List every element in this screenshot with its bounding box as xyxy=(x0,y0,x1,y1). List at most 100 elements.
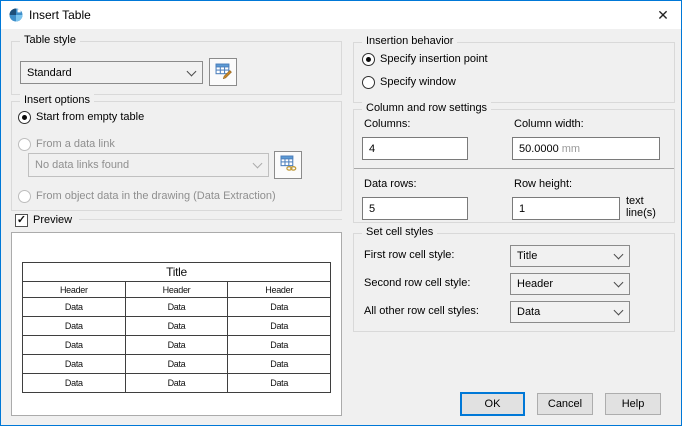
radio-unselected-icon xyxy=(18,137,31,151)
second-row-style-label: Second row cell style: xyxy=(364,277,471,289)
insertion-behavior-legend: Insertion behavior xyxy=(362,35,458,47)
preview-checkbox-label: Preview xyxy=(33,214,73,226)
preview-data-cell: Data xyxy=(227,297,331,317)
second-row-style-value: Header xyxy=(517,278,554,290)
preview-data-row: Data Data Data xyxy=(22,297,331,317)
preview-title-row: Title xyxy=(22,262,331,282)
radio-label: Specify window xyxy=(380,76,456,88)
ok-button[interactable]: OK xyxy=(460,392,525,416)
preview-data-cell: Data xyxy=(227,335,331,355)
close-button[interactable]: ✕ xyxy=(645,1,681,29)
insert-options-legend: Insert options xyxy=(20,94,95,106)
radio-label: Specify insertion point xyxy=(380,53,488,65)
first-row-style-select[interactable]: Title xyxy=(510,245,630,267)
preview-data-cell: Data xyxy=(227,373,331,393)
row-height-unit: text line(s) xyxy=(626,195,656,219)
chevron-down-icon xyxy=(180,62,202,83)
row-height-label: Row height: xyxy=(514,178,573,190)
settings-divider xyxy=(354,168,674,169)
preview-title-cell: Title xyxy=(22,262,331,282)
data-rows-label: Data rows: xyxy=(364,178,417,190)
preview-data-row: Data Data Data xyxy=(22,316,331,336)
row-height-input[interactable]: 1 xyxy=(512,197,620,220)
preview-header-row: Header Header Header xyxy=(22,281,331,298)
table-style-select[interactable]: Standard xyxy=(20,61,203,84)
radio-specify-insertion-point[interactable]: Specify insertion point xyxy=(362,51,488,67)
preview-data-cell: Data xyxy=(124,354,229,374)
first-row-style-value: Title xyxy=(517,250,538,262)
launch-table-style-dialog-button[interactable] xyxy=(209,58,237,86)
chevron-down-icon xyxy=(246,154,268,176)
radio-unselected-icon xyxy=(18,189,31,203)
table-style-legend: Table style xyxy=(20,34,80,46)
cancel-button[interactable]: Cancel xyxy=(537,393,593,415)
preview-data-row: Data Data Data xyxy=(22,335,331,355)
checkbox-checked-icon: ✓ xyxy=(15,213,28,227)
data-link-select[interactable]: No data links found xyxy=(28,153,269,177)
preview-data-row: Data Data Data xyxy=(22,373,331,393)
preview-header-cell: Header xyxy=(227,281,331,298)
preview-group-line xyxy=(79,219,342,220)
launch-data-link-manager-button[interactable] xyxy=(274,151,302,179)
insert-table-dialog: Insert Table ✕ Table style Standard Inse… xyxy=(0,0,682,426)
data-link-value: No data links found xyxy=(35,159,130,171)
preview-header-cell: Header xyxy=(22,281,126,298)
radio-unselected-icon xyxy=(362,75,375,89)
preview-data-cell: Data xyxy=(22,297,126,317)
column-width-unit: mm xyxy=(561,142,581,155)
radio-specify-window[interactable]: Specify window xyxy=(362,74,456,90)
preview-checkbox[interactable]: ✓ Preview xyxy=(15,212,72,228)
columns-input[interactable]: 4 xyxy=(362,137,468,160)
columns-label: Columns: xyxy=(364,118,411,130)
radio-selected-icon xyxy=(362,52,375,66)
preview-data-cell: Data xyxy=(124,373,229,393)
chevron-down-icon xyxy=(607,274,629,294)
window-title: Insert Table xyxy=(29,8,91,22)
help-button[interactable]: Help xyxy=(605,393,661,415)
column-width-input[interactable]: 50.0000 mm xyxy=(512,137,660,160)
chevron-down-icon xyxy=(607,246,629,266)
preview-data-cell: Data xyxy=(22,335,126,355)
preview-data-cell: Data xyxy=(22,354,126,374)
radio-label: From object data in the drawing (Data Ex… xyxy=(36,190,276,202)
insertion-behavior-group: Insertion behavior Specify insertion poi… xyxy=(353,35,675,103)
preview-data-cell: Data xyxy=(22,316,126,336)
chevron-down-icon xyxy=(607,302,629,322)
data-rows-input[interactable]: 5 xyxy=(362,197,468,220)
preview-header-cell: Header xyxy=(124,281,229,298)
insert-table-app-icon xyxy=(9,8,23,22)
preview-pane: Title Header Header Header Data Data Dat… xyxy=(11,232,342,416)
table-edit-icon xyxy=(215,62,232,82)
set-cell-styles-group: Set cell styles First row cell style: Ti… xyxy=(353,226,675,332)
column-row-settings-group: Column and row settings Columns: 4 Colum… xyxy=(353,102,675,223)
second-row-style-select[interactable]: Header xyxy=(510,273,630,295)
other-rows-style-label: All other row cell styles: xyxy=(364,305,479,317)
columns-value: 4 xyxy=(369,142,376,155)
preview-data-cell: Data xyxy=(227,316,331,336)
other-rows-style-value: Data xyxy=(517,306,541,318)
other-rows-style-select[interactable]: Data xyxy=(510,301,630,323)
radio-label: Start from empty table xyxy=(36,111,145,123)
column-row-settings-legend: Column and row settings xyxy=(362,102,492,114)
data-rows-value: 5 xyxy=(369,202,376,215)
title-bar: Insert Table ✕ xyxy=(1,1,681,29)
first-row-style-label: First row cell style: xyxy=(364,249,455,261)
insert-options-group: Insert options Start from empty table Fr… xyxy=(11,94,342,211)
row-height-value: 1 xyxy=(519,202,526,215)
preview-data-cell: Data xyxy=(227,354,331,374)
preview-table: Title Header Header Header Data Data Dat… xyxy=(22,262,331,393)
preview-data-cell: Data xyxy=(124,316,229,336)
radio-selected-icon xyxy=(18,110,31,124)
radio-start-from-empty-table[interactable]: Start from empty table xyxy=(18,109,144,125)
preview-data-cell: Data xyxy=(124,297,229,317)
radio-from-data-link[interactable]: From a data link xyxy=(18,136,115,152)
column-width-label: Column width: xyxy=(514,118,584,130)
radio-label: From a data link xyxy=(36,138,115,150)
table-style-value: Standard xyxy=(27,66,72,79)
radio-from-object-data[interactable]: From object data in the drawing (Data Ex… xyxy=(18,188,276,204)
column-width-value: 50.0000 xyxy=(519,142,559,155)
preview-data-row: Data Data Data xyxy=(22,354,331,374)
preview-data-cell: Data xyxy=(22,373,126,393)
table-link-icon xyxy=(280,155,297,175)
table-style-group: Table style Standard xyxy=(11,34,342,95)
